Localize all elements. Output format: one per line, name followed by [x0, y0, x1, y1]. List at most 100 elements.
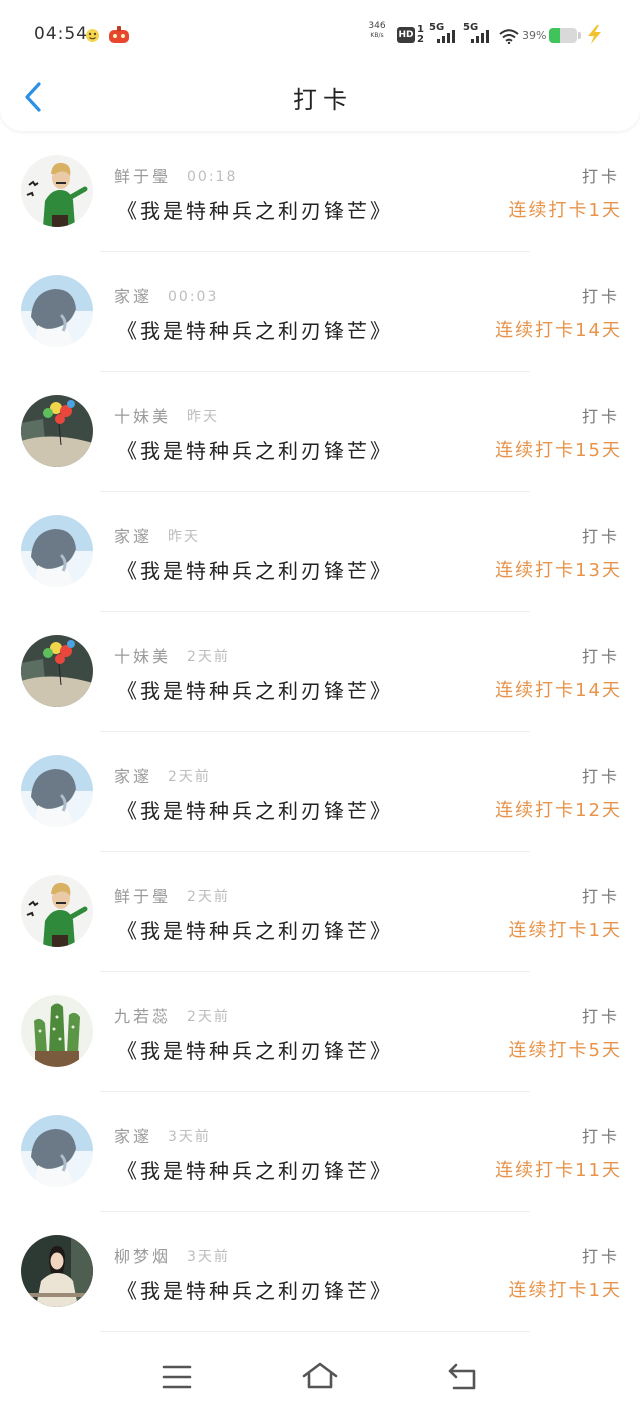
list-item[interactable]: 柳梦烟 3天前 《我是特种兵之利刃锋芒》 打卡 连续打卡1天: [0, 1212, 640, 1332]
icon-shape: [499, 29, 519, 35]
checkin-list: 鲜于璺 00:18 《我是特种兵之利刃锋芒》 打卡 连续打卡1天 家邃 00:03 《我是特种…: [0, 132, 640, 1332]
checkin-time: 2天前: [168, 769, 211, 785]
book-title: 《我是特种兵之利刃锋芒》: [117, 319, 393, 343]
avatar[interactable]: [21, 1115, 93, 1187]
user-name: 家邃: [114, 767, 153, 786]
avatar[interactable]: [21, 635, 93, 707]
network-speed: 346 KB/s: [366, 21, 388, 40]
list-item[interactable]: 家邃 昨天 《我是特种兵之利刃锋芒》 打卡 连续打卡13天: [0, 492, 640, 612]
status-time: 04:54: [34, 24, 88, 44]
avatar-shape: [55, 414, 65, 424]
checkin-label: 打卡: [581, 767, 620, 786]
system-back-button[interactable]: [447, 1363, 479, 1395]
checkin-time: 3天前: [187, 1249, 230, 1265]
avatar-shape: [67, 640, 75, 648]
avatar[interactable]: [21, 875, 93, 947]
book-title: 《我是特种兵之利刃锋芒》: [117, 799, 393, 823]
streak-label: 连续打卡5天: [508, 1040, 622, 1061]
signal-icon: [437, 30, 455, 43]
avatar[interactable]: [21, 275, 93, 347]
list-item[interactable]: 十妹美 昨天 《我是特种兵之利刃锋芒》 打卡 连续打卡15天: [0, 372, 640, 492]
item-meta: 鲜于璺 2天前: [114, 887, 230, 907]
streak-label: 连续打卡11天: [495, 1160, 622, 1181]
checkin-label: 打卡: [581, 167, 620, 186]
avatar[interactable]: [21, 1235, 93, 1307]
avatar-shape: [55, 654, 65, 664]
item-meta: 柳梦烟 3天前: [114, 1247, 230, 1267]
icon-shape: [507, 41, 511, 44]
avatar[interactable]: [21, 155, 93, 227]
icon-shape: [471, 39, 474, 43]
list-item[interactable]: 十妹美 2天前 《我是特种兵之利刃锋芒》 打卡 连续打卡14天: [0, 612, 640, 732]
streak-label: 连续打卡14天: [495, 680, 622, 701]
book-title: 《我是特种兵之利刃锋芒》: [117, 1279, 393, 1303]
user-name: 柳梦烟: [114, 1247, 172, 1266]
checkin-time: 2天前: [187, 649, 230, 665]
avatar-shape: [43, 648, 53, 658]
user-name: 鲜于璺: [114, 167, 172, 186]
bottom-nav-bar: [0, 1340, 640, 1415]
book-title: 《我是特种兵之利刃锋芒》: [117, 1039, 393, 1063]
item-meta: 家邃 2天前: [114, 767, 211, 787]
user-name: 十妹美: [114, 647, 172, 666]
network-speed-unit: KB/s: [370, 32, 384, 39]
list-item[interactable]: 家邃 2天前 《我是特种兵之利刃锋芒》 打卡 连续打卡12天: [0, 732, 640, 852]
avatar-shape: [58, 1037, 62, 1041]
book-title: 《我是特种兵之利刃锋芒》: [117, 199, 393, 223]
icon-shape: [307, 1372, 333, 1389]
list-item[interactable]: 家邃 3天前 《我是特种兵之利刃锋芒》 打卡 连续打卡11天: [0, 1092, 640, 1212]
list-item[interactable]: 九若蕊 2天前 《我是特种兵之利刃锋芒》 打卡 连续打卡5天: [0, 972, 640, 1092]
icon-shape: [476, 36, 479, 43]
avatar-image: [21, 995, 93, 1067]
user-name: 家邃: [114, 287, 153, 306]
book-title: 《我是特种兵之利刃锋芒》: [117, 1159, 393, 1183]
avatar-image: [21, 875, 93, 947]
menu-icon: [162, 1365, 192, 1389]
avatar[interactable]: [21, 995, 93, 1067]
avatar-shape: [52, 1027, 56, 1031]
avatar-shape: [34, 1018, 47, 1053]
avatar[interactable]: [21, 395, 93, 467]
network-speed-value: 346: [368, 21, 386, 31]
icon-shape: [505, 38, 513, 42]
user-name: 家邃: [114, 527, 153, 546]
checkin-time: 昨天: [168, 529, 201, 545]
book-title: 《我是特种兵之利刃锋芒》: [117, 559, 393, 583]
avatar[interactable]: [21, 755, 93, 827]
checkin-time: 2天前: [187, 1009, 230, 1025]
streak-label: 连续打卡15天: [495, 440, 622, 461]
battery-icon: [549, 28, 577, 43]
list-item[interactable]: 鲜于璺 2天前 《我是特种兵之利刃锋芒》 打卡 连续打卡1天: [0, 852, 640, 972]
icon-shape: [588, 25, 601, 44]
icon-shape: [481, 33, 484, 43]
checkin-label: 打卡: [581, 887, 620, 906]
user-name: 鲜于璺: [114, 887, 172, 906]
avatar-shape: [49, 1003, 65, 1053]
menu-button[interactable]: [162, 1364, 192, 1394]
icon-shape: [93, 32, 97, 36]
battery-level: [549, 28, 560, 43]
icon-shape: [452, 30, 455, 43]
avatar-shape: [35, 1051, 79, 1067]
charging-icon: [588, 25, 601, 44]
item-meta: 家邃 00:03: [114, 287, 218, 307]
checkin-time: 2天前: [187, 889, 230, 905]
avatar-image: [21, 395, 93, 467]
avatar-shape: [21, 676, 93, 707]
hd-badge: HD: [397, 27, 415, 43]
notification-icon: [86, 29, 99, 42]
book-title: 《我是特种兵之利刃锋芒》: [117, 679, 393, 703]
checkin-time: 昨天: [187, 409, 220, 425]
list-item[interactable]: 家邃 00:03 《我是特种兵之利刃锋芒》 打卡 连续打卡14天: [0, 252, 640, 372]
book-title: 《我是特种兵之利刃锋芒》: [117, 439, 393, 463]
home-icon: [302, 1362, 338, 1389]
home-button[interactable]: [302, 1362, 338, 1394]
avatar-image: [21, 515, 93, 587]
checkin-label: 打卡: [581, 1007, 620, 1026]
avatar-image: [21, 635, 93, 707]
icon-shape: [113, 34, 117, 38]
icon-shape: [88, 32, 92, 36]
item-meta: 家邃 3天前: [114, 1127, 211, 1147]
avatar[interactable]: [21, 515, 93, 587]
list-item[interactable]: 鲜于璺 00:18 《我是特种兵之利刃锋芒》 打卡 连续打卡1天: [0, 132, 640, 252]
